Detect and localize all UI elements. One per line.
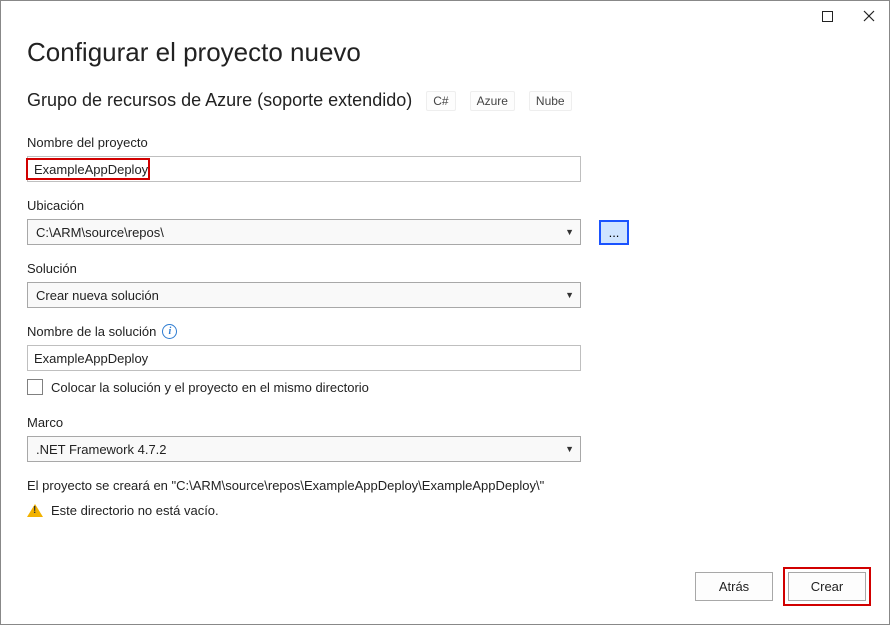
project-name-label: Nombre del proyecto xyxy=(27,135,863,150)
chevron-down-icon: ▼ xyxy=(565,290,574,300)
tag-csharp: C# xyxy=(426,91,455,111)
same-dir-checkbox[interactable] xyxy=(27,379,43,395)
location-label: Ubicación xyxy=(27,198,863,213)
framework-label: Marco xyxy=(27,415,863,430)
solution-name-input[interactable] xyxy=(27,345,581,371)
location-value: C:\ARM\source\repos\ xyxy=(36,225,164,240)
same-dir-label: Colocar la solución y el proyecto en el … xyxy=(51,380,369,395)
warning-icon xyxy=(27,504,43,517)
solution-name-label: Nombre de la solución xyxy=(27,324,156,339)
chevron-down-icon: ▼ xyxy=(565,444,574,454)
tag-azure: Azure xyxy=(470,91,515,111)
solution-dropdown[interactable]: Crear nueva solución ▼ xyxy=(27,282,581,308)
solution-value: Crear nueva solución xyxy=(36,288,159,303)
browse-button[interactable]: ... xyxy=(599,220,629,245)
project-name-input[interactable] xyxy=(27,156,581,182)
path-info: El proyecto se creará en "C:\ARM\source\… xyxy=(27,478,863,493)
back-button[interactable]: Atrás xyxy=(695,572,773,601)
chevron-down-icon: ▼ xyxy=(565,227,574,237)
close-button[interactable] xyxy=(855,5,883,27)
maximize-button[interactable] xyxy=(813,5,841,27)
create-button[interactable]: Crear xyxy=(788,572,866,601)
page-title: Configurar el proyecto nuevo xyxy=(27,37,863,68)
info-icon[interactable]: i xyxy=(162,324,177,339)
tag-nube: Nube xyxy=(529,91,572,111)
subtitle: Grupo de recursos de Azure (soporte exte… xyxy=(27,90,412,111)
framework-dropdown[interactable]: .NET Framework 4.7.2 ▼ xyxy=(27,436,581,462)
location-dropdown[interactable]: C:\ARM\source\repos\ ▼ xyxy=(27,219,581,245)
highlight-create-button: Crear xyxy=(783,567,871,606)
warning-text: Este directorio no está vacío. xyxy=(51,503,219,518)
framework-value: .NET Framework 4.7.2 xyxy=(36,442,167,457)
solution-label: Solución xyxy=(27,261,863,276)
